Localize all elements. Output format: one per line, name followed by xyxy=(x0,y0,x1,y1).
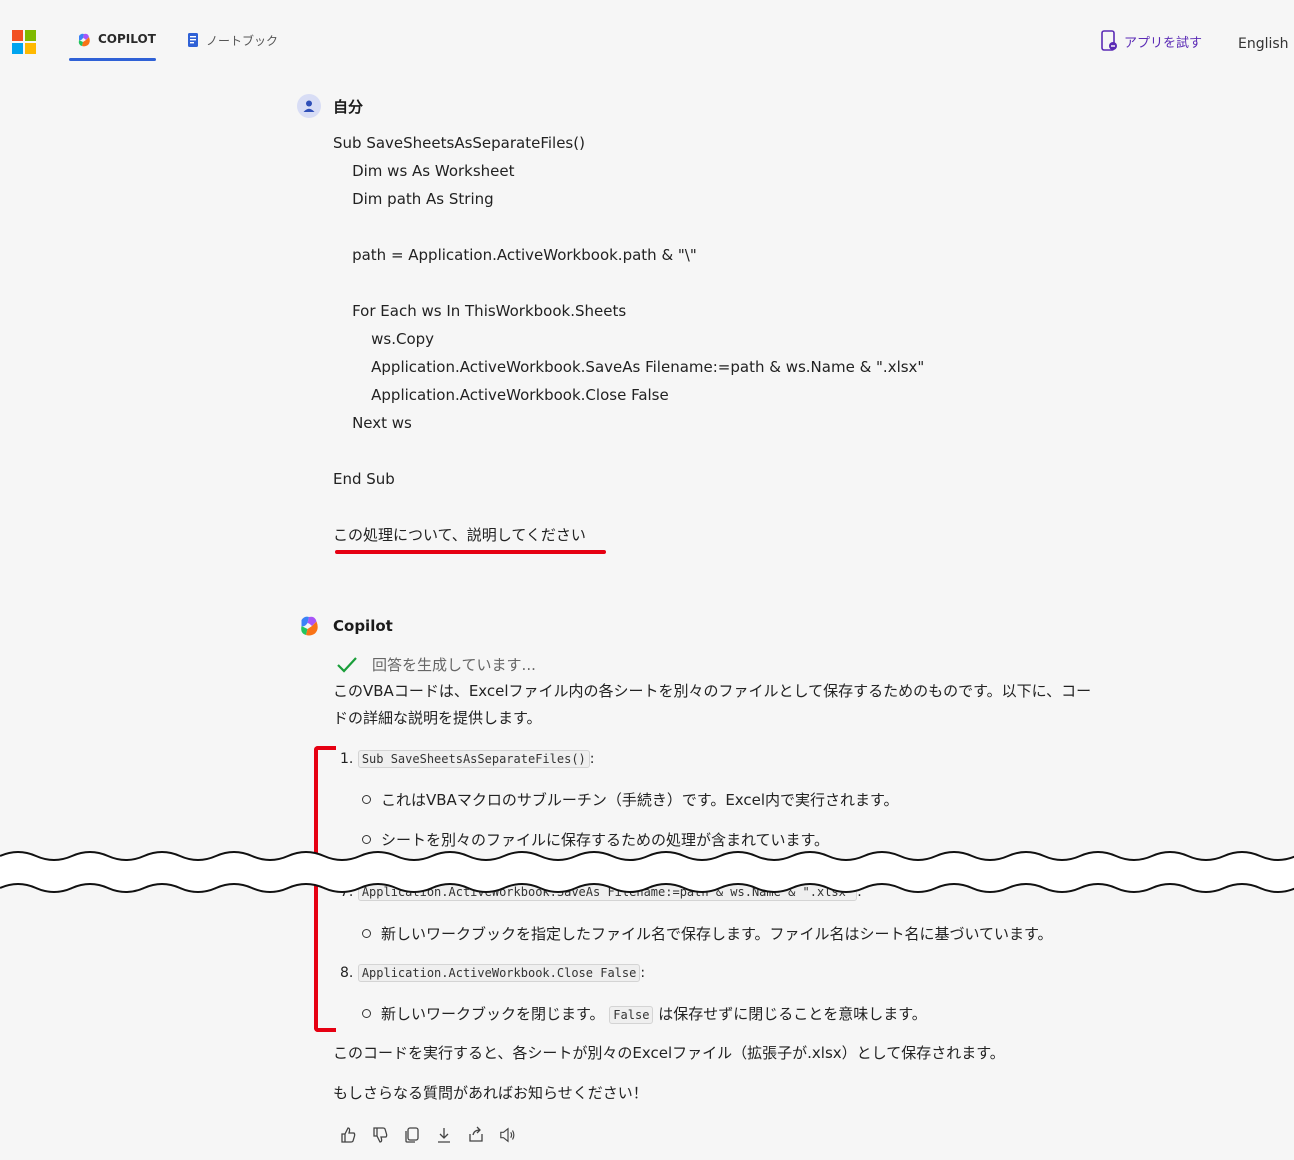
generation-status: 回答を生成しています... xyxy=(336,654,536,675)
message-actions xyxy=(339,1126,517,1144)
code-line: For Each ws In ThisWorkbook.Sheets xyxy=(333,302,627,320)
code-line: path = Application.ActiveWorkbook.path &… xyxy=(333,246,697,264)
code-line: Application.ActiveWorkbook.SaveAs Filena… xyxy=(333,358,925,376)
omission-wave-divider xyxy=(0,851,1294,893)
copy-icon[interactable] xyxy=(403,1126,421,1144)
list-item: 1. Sub SaveSheetsAsSeparateFiles(): xyxy=(340,750,595,768)
list-number: 8. xyxy=(340,965,354,981)
thumbs-down-icon[interactable] xyxy=(371,1126,389,1144)
bullet-circle-icon xyxy=(362,929,371,938)
user-name: 自分 xyxy=(333,97,364,116)
list-number: 1. xyxy=(340,751,354,767)
copilot-name: Copilot xyxy=(333,617,393,635)
code-line: ws.Copy xyxy=(333,330,435,348)
try-app-label: アプリを試す xyxy=(1124,35,1203,51)
bullet-text: シートを別々のファイルに保存するための処理が含まれています。 xyxy=(381,831,830,849)
language-switch[interactable]: English xyxy=(1238,36,1289,52)
tab-copilot-label: COPILOT xyxy=(98,32,156,46)
bullet-text-post: は保存せずに閉じることを意味します。 xyxy=(658,1005,927,1023)
status-text: 回答を生成しています... xyxy=(372,656,536,674)
answer-intro-line: ドの詳細な説明を提供します。 xyxy=(333,709,542,727)
code-line: Next ws xyxy=(333,414,412,432)
notebook-icon xyxy=(188,33,198,47)
bullet-text: 新しいワークブックを閉じます。 False は保存せずに閉じることを意味します。 xyxy=(381,1003,927,1024)
check-icon xyxy=(337,656,357,673)
user-question: この処理について、説明してください xyxy=(333,526,586,544)
user-message-header: 自分 xyxy=(297,94,363,118)
copilot-message-header: Copilot xyxy=(297,614,393,638)
bullet-text: 新しいワークブックを指定したファイル名で保存します。ファイル名はシート名に基づい… xyxy=(381,925,1053,943)
code-line: End Sub xyxy=(333,470,395,488)
tab-notebook[interactable]: ノートブック xyxy=(186,32,278,60)
question-highlight-underline xyxy=(335,550,606,554)
tab-copilot[interactable]: COPILOT xyxy=(76,32,156,60)
inline-code: False xyxy=(609,1006,654,1024)
thumbs-up-icon[interactable] xyxy=(339,1126,357,1144)
code-line: Application.ActiveWorkbook.Close False xyxy=(333,386,669,404)
bullet-text-pre: 新しいワークブックを閉じます。 xyxy=(381,1005,605,1023)
active-tab-indicator xyxy=(69,58,156,61)
list-bullet: 新しいワークブックを閉じます。 False は保存せずに閉じることを意味します。 xyxy=(362,1003,927,1024)
list-bullet: これはVBAマクロのサブルーチン（手続き）です。Excel内で実行されます。 xyxy=(362,789,899,810)
list-bullet: 新しいワークブックを指定したファイル名で保存します。ファイル名はシート名に基づい… xyxy=(362,923,1053,944)
copilot-logo-icon xyxy=(78,33,90,47)
user-avatar-icon xyxy=(297,94,321,118)
bullet-circle-icon xyxy=(362,1009,371,1018)
tab-notebook-label: ノートブック xyxy=(206,34,279,48)
list-item: 8. Application.ActiveWorkbook.Close Fals… xyxy=(340,964,646,982)
answer-summary: このコードを実行すると、各シートが別々のExcelファイル（拡張子が.xlsx）… xyxy=(333,1044,1005,1062)
phone-icon xyxy=(1101,30,1117,51)
try-app-button[interactable]: アプリを試す xyxy=(1100,30,1202,52)
top-bar: COPILOT ノートブック アプリを試す English xyxy=(0,0,1294,80)
bullet-text: これはVBAマクロのサブルーチン（手続き）です。Excel内で実行されます。 xyxy=(381,791,899,809)
bullet-circle-icon xyxy=(362,795,371,804)
speaker-icon[interactable] xyxy=(499,1126,517,1144)
share-icon[interactable] xyxy=(467,1126,485,1144)
code-line: Sub SaveSheetsAsSeparateFiles() xyxy=(333,134,585,152)
answer-intro-line: このVBAコードは、Excelファイル内の各シートを別々のファイルとして保存する… xyxy=(333,682,1092,700)
inline-code: Application.ActiveWorkbook.Close False xyxy=(357,964,641,982)
code-line: Dim path As String xyxy=(333,190,494,208)
answer-intro: このVBAコードは、Excelファイル内の各シートを別々のファイルとして保存する… xyxy=(333,678,1153,732)
code-line: Dim ws As Worksheet xyxy=(333,162,515,180)
microsoft-logo-icon[interactable] xyxy=(12,30,36,54)
answer-closing: もしさらなる質問があればお知らせください！ xyxy=(333,1084,648,1102)
download-icon[interactable] xyxy=(435,1126,453,1144)
copilot-avatar-icon xyxy=(301,616,318,636)
list-bullet: シートを別々のファイルに保存するための処理が含まれています。 xyxy=(362,829,829,850)
bullet-circle-icon xyxy=(362,835,371,844)
inline-code: Sub SaveSheetsAsSeparateFiles() xyxy=(357,750,590,768)
